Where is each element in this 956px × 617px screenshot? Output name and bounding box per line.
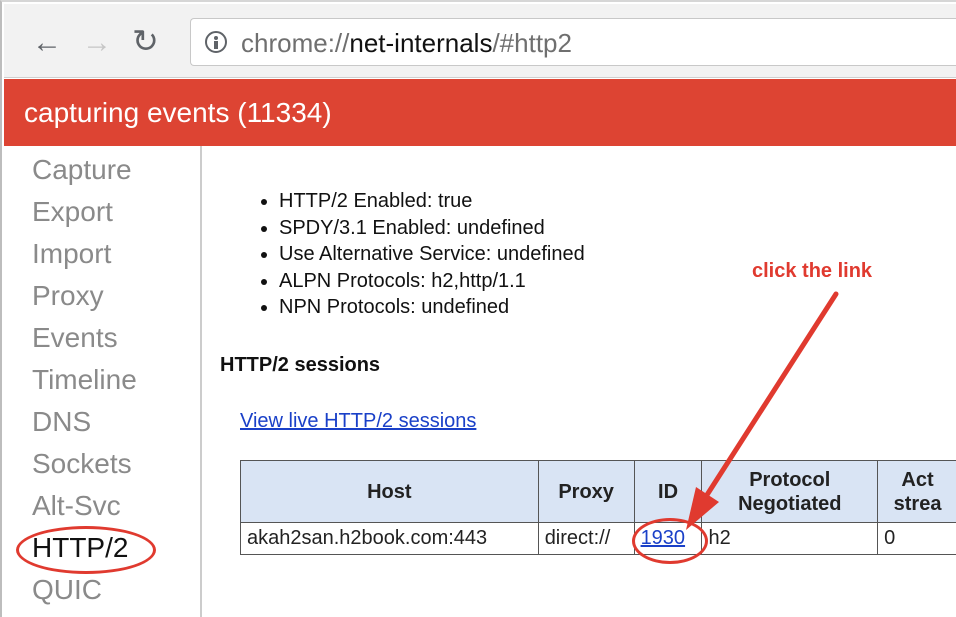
capture-status-text: capturing events (11334) [24,97,332,128]
sidebar-item-capture[interactable]: Capture [32,154,132,186]
info-icon[interactable] [205,31,227,53]
sidebar-item-import[interactable]: Import [32,238,111,270]
sidebar-item-export[interactable]: Export [32,196,113,228]
highlight-circle-sidebar [16,526,156,574]
browser-toolbar: ← → ↻ chrome://net-internals/#http2 [4,4,956,78]
url-host: net-internals [349,28,493,58]
sidebar-item-alt-svc[interactable]: Alt-Svc [32,490,121,522]
arrow-left-icon[interactable]: ← [32,28,62,58]
arrow-shaft [702,291,839,501]
arrow-head [686,487,719,530]
main-content: HTTP/2 Enabled: true SPDY/3.1 Enabled: u… [202,146,956,617]
arrow-right-icon[interactable]: → [82,28,112,58]
reload-icon[interactable]: ↻ [132,25,159,57]
url-path: /#http2 [492,28,572,58]
capture-status-bar: capturing events (11334) [4,79,956,146]
sidebar-item-timeline[interactable]: Timeline [32,364,137,396]
annotation-arrow-icon [686,291,839,530]
browser-window: ← → ↻ chrome://net-internals/#http2 capt… [0,0,956,617]
address-bar[interactable]: chrome://net-internals/#http2 [190,18,956,66]
sidebar-item-events[interactable]: Events [32,322,118,354]
url-text[interactable]: chrome://net-internals/#http2 [241,28,572,59]
sidebar-item-proxy[interactable]: Proxy [32,280,104,312]
url-scheme: chrome:// [241,28,350,58]
sidebar-item-dns[interactable]: DNS [32,406,91,438]
sidebar-item-quic[interactable]: QUIC [32,574,102,606]
sidebar-item-sockets[interactable]: Sockets [32,448,132,480]
